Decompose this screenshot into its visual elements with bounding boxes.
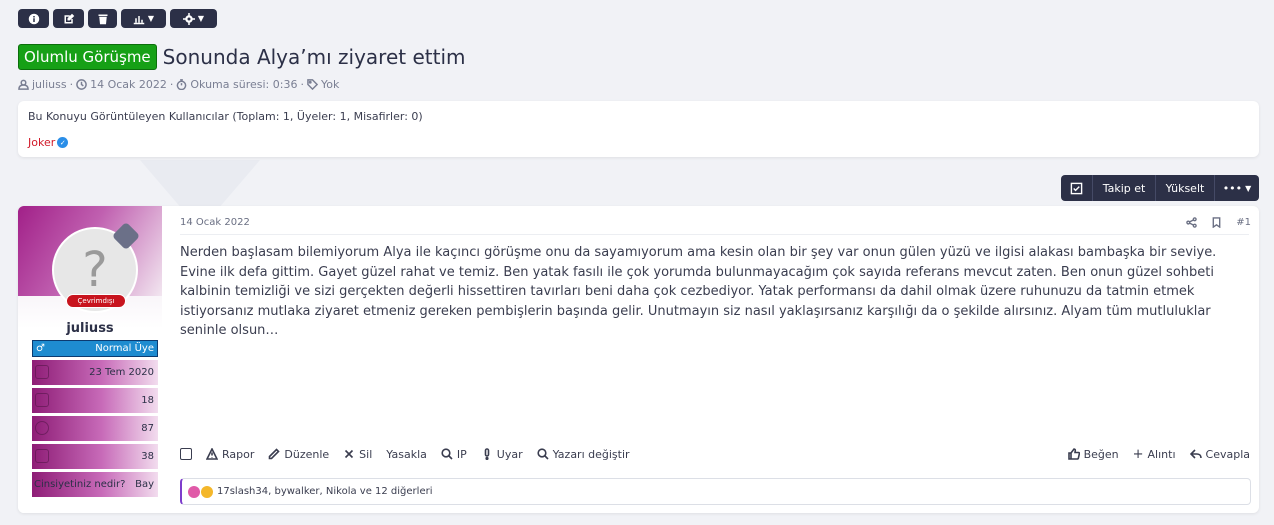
ban-user-link[interactable]: Yasakla [386,448,427,461]
pencil-icon [269,448,281,460]
delete-button[interactable] [88,9,117,28]
reply-button[interactable]: Cevapla [1189,448,1250,461]
user-stat-messages: 18 [32,388,158,413]
post-message: ? Çevrimdışı juliuss ♂ Normal Üye 23 Tem… [18,206,1259,513]
user-field-gender: Cinsiyetiniz nedir? Bay [32,472,158,497]
viewer-user-link[interactable]: Joker ✓ [28,136,69,149]
change-author-link[interactable]: Yazarı değiştir [536,448,630,461]
like-button[interactable]: Beğen [1067,448,1119,461]
user-stat-points: 38 [32,444,158,469]
post-header-divider [180,234,1249,235]
thread-meta: juliuss · 14 Ocak 2022 · Okuma süresi: 0… [18,78,339,91]
search-icon [536,448,549,460]
select-post-checkbox[interactable] [180,448,192,460]
follow-thread-button[interactable]: Takip et [1093,175,1156,201]
delete-post-link[interactable]: Sil [343,448,372,461]
thread-action-bar: Takip et Yükselt ••• ▼ [1061,175,1259,201]
points-count: 38 [141,451,154,462]
thumbs-up-icon [1067,448,1080,460]
edit-button[interactable] [53,9,84,28]
checkbox-icon [1070,182,1083,194]
post-user-panel: ? Çevrimdışı juliuss ♂ Normal Üye 23 Tem… [18,206,162,513]
chevron-down-icon: ▼ [197,14,205,23]
tag-icon [307,79,318,90]
user-icon [18,79,29,90]
joined-date: 23 Tem 2020 [89,367,154,378]
close-icon [345,449,354,459]
share-icon[interactable] [1186,217,1198,228]
post-username[interactable]: juliuss [18,321,162,336]
edit-post-link[interactable]: Düzenle [268,448,329,461]
home-icon [35,365,49,379]
bump-thread-button[interactable]: Yükselt [1156,175,1215,201]
reaction-heart-eyes-icon [201,485,213,498]
thread-author-link[interactable]: juliuss [32,78,67,91]
reply-icon [1189,449,1202,459]
thread-viewers-block: Bu Konuyu Görüntüleyen Kullanıcılar (Top… [18,101,1259,157]
message-count: 18 [141,395,154,406]
thread-header: Olumlu Görüşme Sonunda Alya’mı ziyaret e… [18,44,465,70]
plus-icon: + [1132,446,1144,462]
tools-menu-button[interactable]: ▼ [170,9,217,28]
search-icon [441,448,453,460]
user-role: Normal Üye [95,343,154,354]
ip-lookup-link[interactable]: IP [441,448,467,461]
post-attribution-actions: #1 [1186,217,1251,228]
viewer-username: Joker [28,136,56,149]
reactions-summary: 17slash34, bywalker, Nikola ve 12 diğerl… [217,486,433,497]
message-icon [35,393,49,407]
thread-toolbar: ▼ ▼ [18,9,217,28]
post-number-link[interactable]: #1 [1236,217,1251,228]
read-time: Okuma süresi: 0:36 [190,78,298,91]
chart-icon [133,15,145,24]
reaction-icon [35,421,49,435]
reaction-count: 87 [141,423,154,434]
report-link[interactable]: Rapor [206,448,254,461]
trophy-icon [35,449,49,463]
trash-icon [98,14,107,24]
post-content: 14 Ocak 2022 #1 Nerden başlasam bilemiyo… [180,206,1259,513]
reaction-butterfly-icon [188,485,200,498]
gender-male-icon: ♂ [36,343,45,354]
more-options-button[interactable]: ••• ▼ [1215,175,1259,201]
warn-user-link[interactable]: Uyar [481,448,523,461]
ellipsis-icon: ••• [1222,181,1243,195]
user-stat-joined: 23 Tem 2020 [32,360,158,385]
verified-badge-icon: ✓ [57,137,69,148]
warning-icon [206,448,218,460]
quote-button[interactable]: + Alıntı [1133,447,1176,462]
post-body: Nerden başlasam bilemiyorum Alya ile kaç… [180,245,1217,338]
statistics-menu-button[interactable]: ▼ [121,9,166,28]
thread-title: Sonunda Alya’mı ziyaret ettim [162,45,466,69]
thread-viewers-heading: Bu Konuyu Görüntüleyen Kullanıcılar (Top… [28,110,423,123]
post-date-link[interactable]: 14 Ocak 2022 [180,217,250,228]
edit-icon [64,13,74,23]
gender-question: Cinsiyetiniz nedir? [34,479,126,490]
bookmark-icon[interactable] [1211,217,1222,228]
thread-prefix-label[interactable]: Olumlu Görüşme [18,44,157,70]
select-thread-button[interactable] [1061,175,1093,201]
status-badge: Çevrimdışı [66,294,126,308]
exclamation-icon [484,448,490,460]
info-icon [28,13,39,24]
info-button[interactable] [18,9,49,28]
chevron-down-icon: ▼ [147,14,155,23]
user-title-banner: ♂ Normal Üye [32,340,158,357]
stopwatch-icon [177,79,187,90]
gender-answer: Bay [135,479,154,490]
post-footer-actions: Rapor Düzenle Sil Yasakla IP Uyar Yazarı… [180,446,1250,462]
user-stat-reactions: 87 [32,416,158,441]
thread-tags: Yok [320,78,340,91]
gear-icon [182,12,195,25]
thread-date-link[interactable]: 14 Ocak 2022 [90,78,167,91]
clock-icon [76,79,87,90]
reactions-bar[interactable]: 17slash34, bywalker, Nikola ve 12 diğerl… [180,478,1251,505]
chevron-down-icon: ▼ [1245,183,1252,193]
